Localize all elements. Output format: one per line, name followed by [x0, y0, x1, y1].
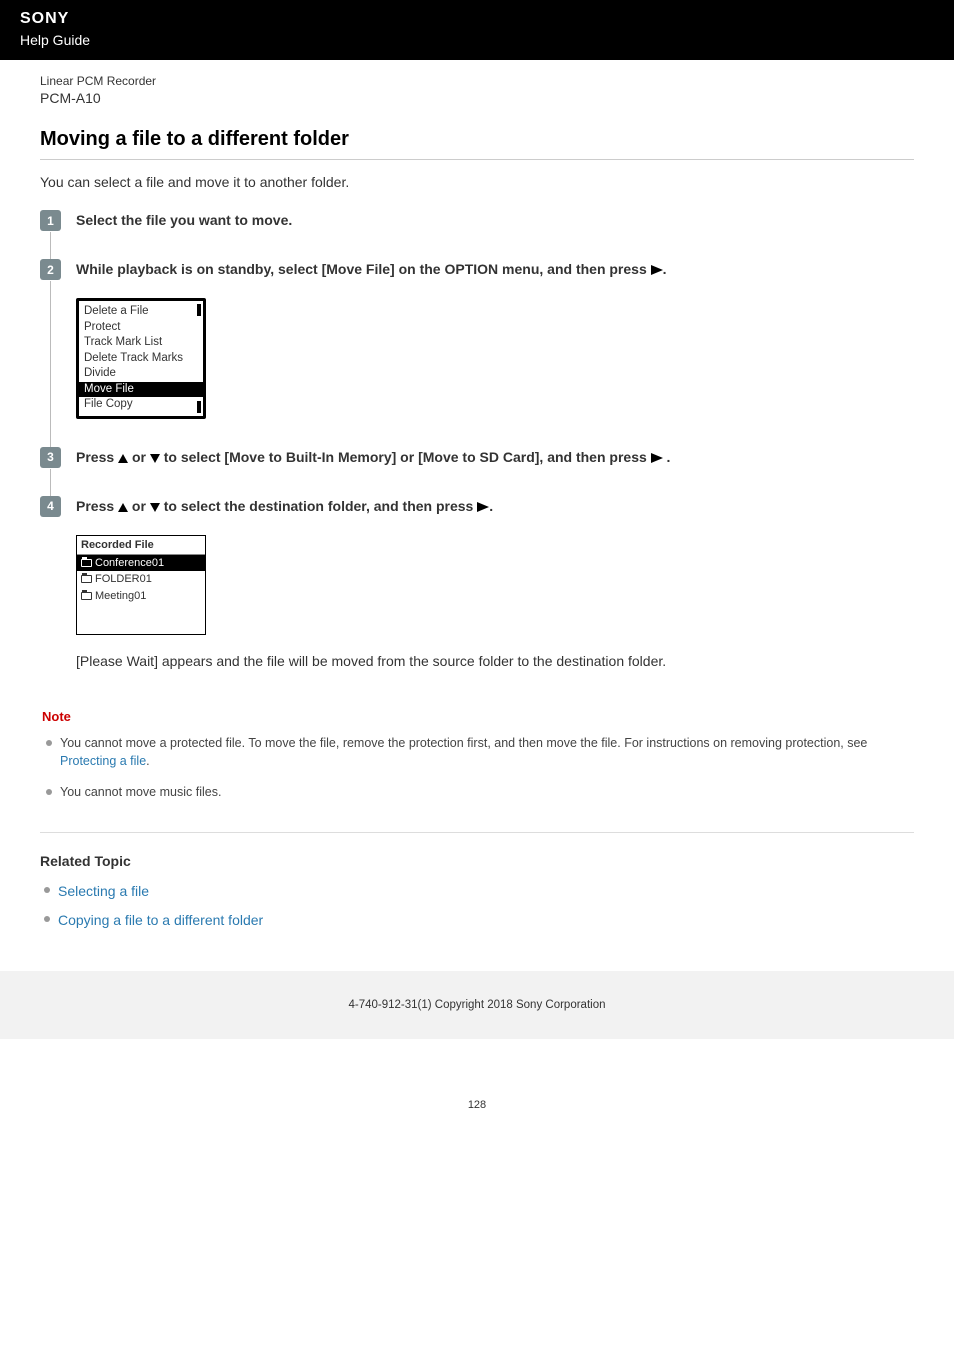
seg: . [489, 498, 493, 514]
folder-list-header: Recorded File [77, 536, 205, 555]
folder-icon [81, 575, 92, 583]
step-4-body: [Please Wait] appears and the file will … [76, 653, 914, 669]
scrollbar [197, 304, 201, 413]
menu-item: Delete a File [79, 304, 203, 320]
menu-item: Divide [79, 366, 203, 382]
up-arrow-icon [118, 454, 128, 463]
step-1: 1 Select the file you want to move. [40, 210, 914, 231]
folder-item: Meeting01 [77, 588, 205, 604]
step-badge-4: 4 [40, 496, 61, 517]
seg: or [132, 449, 150, 465]
footer-bar: 4-740-912-31(1) Copyright 2018 Sony Corp… [0, 971, 954, 1039]
play-icon [651, 453, 663, 463]
step-2-title-pre: While playback is on standby, select [Mo… [76, 261, 651, 277]
product-category: Linear PCM Recorder [40, 74, 914, 88]
seg: Press [76, 449, 118, 465]
product-model: PCM-A10 [40, 90, 914, 106]
step-2-title-post: . [663, 261, 667, 277]
copyright-text: 4-740-912-31(1) Copyright 2018 Sony Corp… [349, 999, 606, 1011]
note-section: Note You cannot move a protected file. T… [40, 709, 914, 802]
folder-item-selected: Conference01 [77, 555, 205, 571]
step-2: 2 While playback is on standby, select [… [40, 259, 914, 419]
step-3-title: Press or to select [Move to Built-In Mem… [76, 447, 914, 468]
seg: to select the destination folder, and th… [160, 498, 477, 514]
folder-label: Meeting01 [95, 589, 146, 603]
note-item: You cannot move a protected file. To mov… [60, 734, 912, 772]
note-heading: Note [42, 709, 912, 724]
seg: to select [Move to Built-In Memory] or [… [164, 449, 651, 465]
step-badge-1: 1 [40, 210, 61, 231]
related-heading: Related Topic [40, 853, 914, 869]
related-section: Related Topic Selecting a file Copying a… [40, 853, 914, 931]
seg: . [667, 449, 671, 465]
step-badge-2: 2 [40, 259, 61, 280]
help-guide-label: Help Guide [20, 32, 934, 48]
menu-item-selected: Move File [79, 382, 203, 398]
step-4-title: Press or to select the destination folde… [76, 496, 914, 517]
play-icon [651, 265, 663, 275]
step-badge-3: 3 [40, 447, 61, 468]
seg: or [128, 498, 150, 514]
note-text: You cannot move music files. [60, 785, 221, 799]
up-arrow-icon [118, 503, 128, 512]
page-title: Moving a file to a different folder [40, 128, 914, 151]
menu-item: Delete Track Marks [79, 351, 203, 367]
note-text-post: . [146, 754, 149, 768]
note-text-pre: You cannot move a protected file. To mov… [60, 736, 867, 750]
step-2-title: While playback is on standby, select [Mo… [76, 259, 914, 280]
brand-logo: SONY [20, 10, 934, 28]
down-arrow-icon [150, 454, 160, 463]
title-divider [40, 159, 914, 160]
section-divider [40, 832, 914, 833]
folder-label: Conference01 [95, 556, 164, 570]
folder-list-screenshot: Recorded File Conference01 FOLDER01 Meet… [76, 535, 206, 635]
seg: Press [76, 498, 118, 514]
menu-item: Track Mark List [79, 335, 203, 351]
folder-icon [81, 559, 92, 567]
page-number: 128 [0, 1099, 954, 1131]
option-menu-screenshot: Delete a File Protect Track Mark List De… [76, 298, 206, 419]
menu-item: File Copy [79, 397, 203, 413]
related-item: Copying a file to a different folder [58, 910, 914, 931]
step-1-title: Select the file you want to move. [76, 210, 914, 231]
related-link-copying[interactable]: Copying a file to a different folder [58, 912, 263, 928]
step-4: 4 Press or to select the destination fol… [40, 496, 914, 669]
note-link-protecting[interactable]: Protecting a file [60, 754, 146, 768]
steps-container: 1 Select the file you want to move. 2 Wh… [40, 210, 914, 669]
step-3: 3 Press or to select [Move to Built-In M… [40, 447, 914, 468]
folder-icon [81, 592, 92, 600]
related-item: Selecting a file [58, 881, 914, 902]
intro-text: You can select a file and move it to ano… [40, 174, 914, 190]
related-link-selecting[interactable]: Selecting a file [58, 883, 149, 899]
folder-item: FOLDER01 [77, 571, 205, 587]
header-bar: SONY Help Guide [0, 0, 954, 60]
menu-item: Protect [79, 320, 203, 336]
note-item: You cannot move music files. [60, 783, 912, 802]
folder-label: FOLDER01 [95, 572, 152, 586]
down-arrow-icon [150, 503, 160, 512]
play-icon [477, 502, 489, 512]
